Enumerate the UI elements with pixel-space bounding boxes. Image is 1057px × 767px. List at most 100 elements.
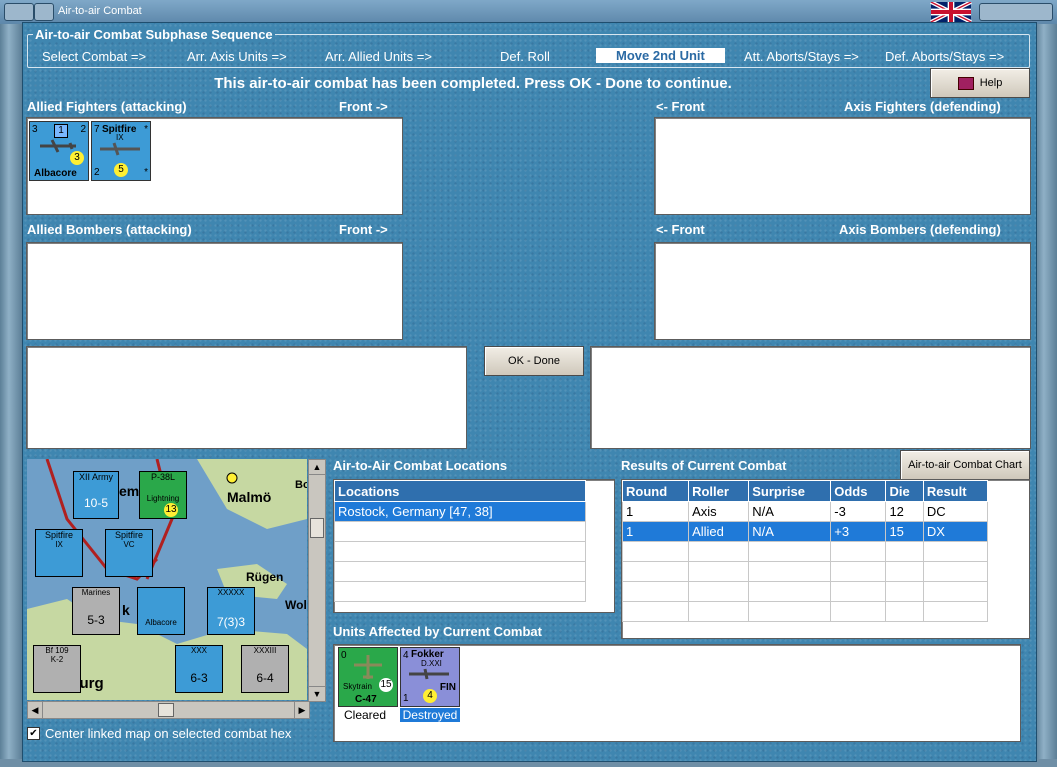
scroll-thumb[interactable] — [310, 518, 324, 538]
cell: 12 — [885, 501, 924, 522]
seq-def-roll: Def. Roll — [500, 49, 550, 64]
axis-info-panel — [590, 346, 1031, 449]
allied-fighters-panel[interactable]: 3 1 2 3 Albacore 7 Spitfire IX * 2 5 * — [26, 117, 403, 215]
allied-info-panel — [26, 346, 467, 449]
map-counter-name: Albacore — [145, 618, 177, 627]
counter-bl: 2 — [94, 167, 100, 178]
map-label-malmo: Malmö — [227, 489, 272, 505]
map-horizontal-scrollbar[interactable]: ◀ ▶ — [27, 701, 310, 719]
cell: -3 — [830, 501, 887, 522]
uk-flag-icon — [930, 2, 972, 22]
results-col-result: Result — [922, 480, 989, 502]
counter-br: * — [144, 167, 148, 178]
linked-map[interactable]: Malmö Rügen Wol Bo mburg em k XII Army 1… — [27, 459, 307, 700]
counter-tag: FIN — [439, 682, 456, 693]
results-row-empty — [621, 581, 989, 602]
map-counter[interactable]: Marines 5-3 — [72, 587, 120, 635]
center-map-checkbox[interactable]: ✔ — [27, 727, 40, 740]
map-counter-name: XII Army — [78, 472, 113, 482]
counter-tr: 2 — [80, 124, 86, 135]
seq-arr-allied-units: Arr. Allied Units => — [325, 49, 432, 64]
map-counter-value: 6-3 — [190, 671, 208, 685]
c47-counter[interactable]: 0 Skytrain 15 C-47 — [338, 647, 398, 707]
map-counter-name: P-38L — [150, 472, 176, 482]
cell: 15 — [885, 521, 924, 542]
allied-bombers-panel[interactable] — [26, 242, 403, 340]
ok-done-button[interactable]: OK - Done — [484, 346, 584, 376]
center-map-label: Center linked map on selected combat hex — [45, 726, 292, 741]
map-counter-name: Spitfire — [44, 530, 73, 540]
cell: 1 — [621, 501, 690, 522]
aircraft-icon — [409, 668, 449, 680]
counter-name: C-47 — [355, 694, 377, 705]
map-counter-value: 6-4 — [256, 671, 274, 685]
map-counter[interactable]: XXXXX 7(3)3 — [207, 587, 255, 635]
location-row[interactable]: Rostock, Germany [47, 38] — [334, 501, 586, 522]
map-counter-name: Spitfire — [114, 530, 143, 540]
locations-table: Locations Rostock, Germany [47, 38] — [334, 480, 586, 602]
affected-heading: Units Affected by Current Combat — [333, 624, 542, 639]
window-frame-right — [1035, 24, 1057, 767]
map-counter[interactable]: Bf 109 K-2 — [33, 645, 81, 693]
albacore-counter[interactable]: 3 1 2 3 Albacore — [29, 121, 89, 181]
counter-circle: 5 — [114, 163, 128, 177]
results-row[interactable]: 1 Axis N/A -3 12 DC — [621, 501, 989, 522]
combat-chart-button[interactable]: Air-to-air Combat Chart — [900, 450, 1030, 480]
counter-sub: D.XXI — [421, 659, 442, 668]
locations-heading: Air-to-Air Combat Locations — [333, 458, 508, 473]
map-counter[interactable]: Spitfire IX — [35, 529, 83, 577]
map-counter-sub: K-2 — [50, 655, 64, 664]
scroll-down-arrow-icon[interactable]: ▼ — [309, 686, 325, 701]
counter-top: 4 — [403, 650, 409, 661]
cell: +3 — [830, 521, 887, 542]
map-counter[interactable]: XXXIII 6-4 — [241, 645, 289, 693]
results-panel: Round Roller Surprise Odds Die Result 1 … — [621, 479, 1030, 639]
map-counter-sub: IX — [55, 540, 63, 549]
counter-tl: 3 — [32, 124, 38, 135]
minimize-button[interactable] — [34, 3, 54, 21]
results-row[interactable]: 1 Allied N/A +3 15 DX — [621, 521, 989, 542]
close-window-button[interactable] — [979, 3, 1053, 21]
results-col-round: Round — [621, 480, 690, 502]
map-counter[interactable]: XII Army 10-5 — [73, 471, 119, 519]
cell: Allied — [688, 521, 750, 542]
system-menu-button[interactable] — [4, 3, 34, 21]
location-row-empty — [334, 561, 586, 582]
fokker-counter[interactable]: 4 Fokker D.XXI FIN 1 4 — [400, 647, 460, 707]
subphase-sequence-title: Air-to-air Combat Subphase Sequence — [33, 27, 275, 42]
map-counter[interactable]: XXX 6-3 — [175, 645, 223, 693]
scroll-right-arrow-icon[interactable]: ▶ — [294, 702, 309, 718]
axis-fighters-label: Axis Fighters (defending) — [844, 99, 1001, 114]
c47-status: Cleared — [344, 708, 387, 722]
cell: DX — [922, 521, 989, 542]
map-counter[interactable]: P-38L Lightning 13 — [139, 471, 187, 519]
counter-sub: Skytrain — [343, 682, 372, 691]
spitfire-counter[interactable]: 7 Spitfire IX * 2 5 * — [91, 121, 151, 181]
map-vertical-scrollbar[interactable]: ▲ ▼ — [308, 459, 326, 702]
help-label: Help — [979, 77, 1003, 89]
scroll-thumb[interactable] — [158, 703, 174, 717]
results-col-surprise: Surprise — [748, 480, 832, 502]
map-counter-value: 13 — [164, 503, 178, 517]
map-counter-name: Marines — [81, 588, 111, 597]
scroll-left-arrow-icon[interactable]: ◀ — [28, 702, 43, 718]
results-table: Round Roller Surprise Odds Die Result 1 … — [621, 480, 989, 622]
map-counter[interactable]: Spitfire VC — [105, 529, 153, 577]
map-label-em: em — [119, 483, 140, 499]
location-row-empty — [334, 541, 586, 562]
results-heading: Results of Current Combat — [621, 458, 787, 473]
locations-list[interactable]: Locations Rostock, Germany [47, 38] — [333, 479, 615, 613]
window-title: Air-to-air Combat — [58, 5, 142, 17]
allied-fighters-label: Allied Fighters (attacking) — [27, 99, 187, 114]
status-message: This air-to-air combat has been complete… — [214, 75, 732, 92]
help-button[interactable]: Help — [930, 68, 1030, 98]
map-label-rugen: Rügen — [246, 570, 284, 584]
fokker-status: Destroyed — [400, 708, 460, 722]
axis-bombers-front-label: <- Front — [656, 222, 705, 237]
axis-bombers-panel[interactable] — [654, 242, 1031, 340]
axis-fighters-panel[interactable] — [654, 117, 1031, 215]
map-counter[interactable]: Albacore — [137, 587, 185, 635]
scroll-up-arrow-icon[interactable]: ▲ — [309, 460, 325, 475]
seq-def-aborts-stays: Def. Aborts/Stays => — [885, 49, 1005, 64]
results-col-die: Die — [885, 480, 924, 502]
